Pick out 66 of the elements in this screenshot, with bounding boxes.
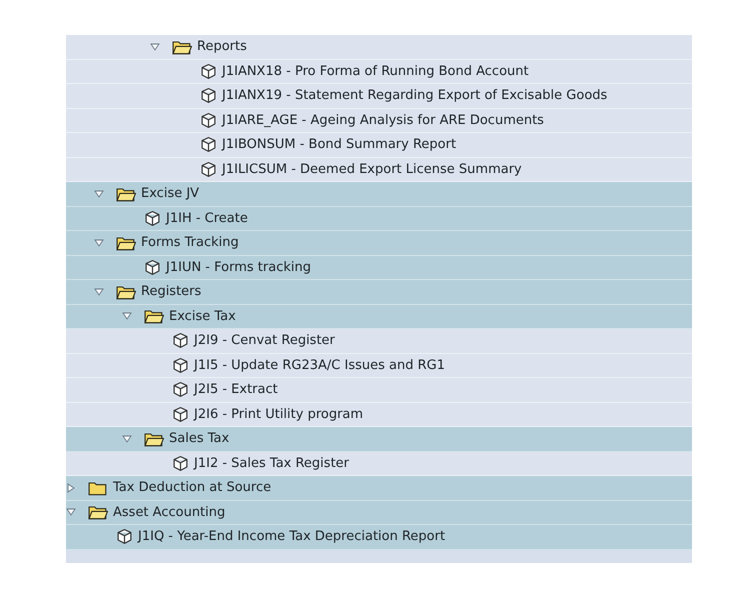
collapse-arrow-icon[interactable] <box>122 311 132 322</box>
folder-label[interactable]: Excise Tax <box>169 308 236 324</box>
tree-row[interactable]: Registers <box>66 280 692 304</box>
folder-label[interactable]: Forms Tracking <box>141 235 239 250</box>
tree-row[interactable]: Sales Tax <box>66 427 692 452</box>
transaction-label[interactable]: J2I5 - Extract <box>194 382 278 398</box>
transaction-label[interactable]: J1IH - Create <box>166 210 248 226</box>
tree-row[interactable]: J1IARE_AGE - Ageing Analysis for ARE Documents <box>66 108 692 133</box>
cube-icon <box>172 406 189 423</box>
transaction-label[interactable]: J1IBONSUM - Bond Summary Report <box>222 137 456 152</box>
open-folder-icon <box>144 308 164 324</box>
cube-icon <box>116 528 133 546</box>
transaction-label[interactable]: J1I5 - Update RG23A/C Issues and RG1 <box>194 358 445 373</box>
folder-label[interactable]: Tax Deduction at Source <box>113 480 272 496</box>
transaction-label[interactable]: J1IARE_AGE - Ageing Analysis for ARE Documents <box>222 112 544 128</box>
cube-icon <box>200 136 217 154</box>
tree-row[interactable]: J2I6 - Print Utility program <box>66 402 692 427</box>
transaction-label[interactable]: J1IANX19 - Statement Regarding Export of Excisable Goods <box>222 88 608 104</box>
collapse-arrow-icon[interactable] <box>66 507 76 518</box>
open-folder-icon <box>172 38 192 55</box>
collapse-arrow-icon[interactable] <box>150 42 160 52</box>
transaction-label[interactable]: J1IANX18 - Pro Forma of Running Bond Account <box>222 64 529 79</box>
transaction-label[interactable]: J1IUN - Forms tracking <box>166 260 311 275</box>
transaction-label[interactable]: J2I9 - Cenvat Register <box>194 333 335 348</box>
cube-icon <box>200 62 217 80</box>
tree-row[interactable]: J1I5 - Update RG23A/C Issues and RG1 <box>66 354 692 378</box>
open-folder-icon <box>88 504 108 520</box>
open-folder-icon <box>116 186 136 202</box>
tree-row[interactable]: J1IUN - Forms tracking <box>66 256 692 280</box>
tree-row[interactable]: J1IH - Create <box>66 206 692 231</box>
tree-row[interactable]: J1ILICSUM - Deemed Export License Summary <box>66 158 692 182</box>
transaction-label[interactable]: J1ILICSUM - Deemed Export License Summary <box>222 162 522 177</box>
tree-row[interactable]: J1IANX18 - Pro Forma of Running Bond Account <box>66 60 692 84</box>
open-folder-icon <box>144 430 164 447</box>
cube-icon <box>144 210 161 227</box>
cube-icon <box>172 332 189 350</box>
transaction-label[interactable]: J2I6 - Print Utility program <box>194 406 364 422</box>
cube-icon <box>144 258 161 276</box>
transaction-label[interactable]: J1IQ - Year-End Income Tax Depreciation Report <box>138 529 446 544</box>
cube-icon <box>172 356 189 374</box>
folder-label[interactable]: Asset Accounting <box>113 504 226 520</box>
collapse-arrow-icon[interactable] <box>94 238 104 248</box>
collapse-arrow-icon[interactable] <box>94 286 104 297</box>
cube-icon <box>172 381 189 398</box>
collapse-arrow-icon[interactable] <box>94 188 104 199</box>
folder-icon <box>88 480 108 496</box>
folder-label[interactable]: Excise JV <box>141 186 200 202</box>
expand-arrow-icon[interactable] <box>66 482 76 493</box>
cube-icon <box>200 112 217 129</box>
open-folder-icon <box>116 234 136 251</box>
tree-row[interactable]: J1I2 - Sales Tax Register <box>66 452 692 476</box>
tree-row[interactable]: Excise JV <box>66 182 692 206</box>
tree-row[interactable]: Excise Tax <box>66 304 692 329</box>
cube-icon <box>200 87 217 104</box>
collapse-arrow-icon[interactable] <box>122 434 132 444</box>
tree-row[interactable]: Forms Tracking <box>66 231 692 256</box>
cube-icon <box>172 454 189 472</box>
folder-label[interactable]: Reports <box>197 39 247 54</box>
tree-row[interactable]: J1IQ - Year-End Income Tax Depreciation Report <box>66 525 692 550</box>
tree-row[interactable]: Asset Accounting <box>66 500 692 525</box>
open-folder-icon <box>116 284 136 300</box>
folder-label[interactable]: Registers <box>141 284 202 300</box>
tree-row[interactable]: Tax Deduction at Source <box>66 476 692 500</box>
transaction-label[interactable]: J1I2 - Sales Tax Register <box>194 456 350 471</box>
folder-label[interactable]: Sales Tax <box>169 431 230 446</box>
cube-icon <box>200 160 217 178</box>
